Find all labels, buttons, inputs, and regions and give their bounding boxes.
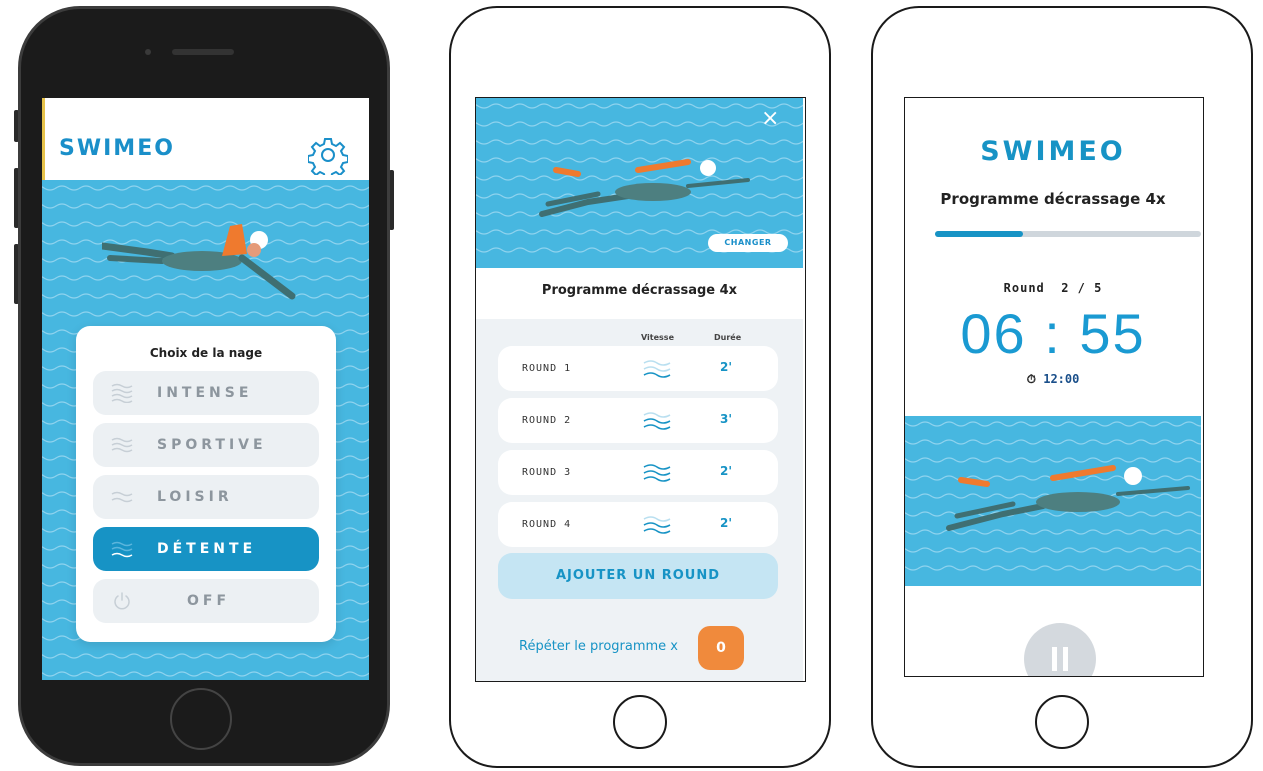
mode-button-intense[interactable]: INTENSE: [93, 371, 319, 415]
rounds-list: Vitesse Durée ROUND 1 2' ROUND 2 3' ROUN…: [476, 319, 803, 681]
mode-label: DÉTENTE: [157, 541, 257, 557]
round-row[interactable]: ROUND 1 2': [498, 346, 778, 391]
close-icon[interactable]: ×: [761, 108, 779, 130]
program-title: Programme décrassage 4x: [541, 283, 738, 298]
mode-label: INTENSE: [157, 385, 253, 401]
swimmer-banner: × CHANGER: [476, 98, 803, 268]
phone-1-screen: SWIMEO Choix de la nage INTENSE SPORTIVE…: [42, 98, 369, 680]
program-title: Programme décrassage 4x: [940, 190, 1166, 208]
round-indicator: Round 2 / 5: [905, 281, 1201, 295]
card-title: Choix de la nage: [149, 346, 263, 360]
round-label: ROUND 4: [522, 519, 572, 530]
program-progress-fill: [935, 231, 1023, 237]
pause-button[interactable]: [1024, 623, 1096, 676]
round-duration: 2': [720, 360, 733, 374]
waves-icon: [111, 491, 133, 503]
waves-icon: [643, 464, 671, 482]
round-duration: 2': [720, 516, 733, 530]
round-row[interactable]: ROUND 4 2': [498, 502, 778, 547]
mode-label: SPORTIVE: [157, 437, 267, 453]
home-button[interactable]: [613, 695, 667, 749]
mode-button-sportive[interactable]: SPORTIVE: [93, 423, 319, 467]
stopwatch-icon: ⏱: [1026, 372, 1036, 386]
phone-2-screen: × CHANGER Programme décrassage 4x Vitess…: [475, 97, 806, 682]
mode-button-off[interactable]: OFF: [93, 579, 319, 623]
countdown-timer: 06 : 55: [960, 302, 1146, 365]
column-header-speed: Vitesse: [641, 333, 674, 342]
gear-icon[interactable]: [308, 135, 348, 175]
mode-button-detente[interactable]: DÉTENTE: [93, 527, 319, 571]
round-value: 2 / 5: [1061, 281, 1103, 295]
repeat-count-button[interactable]: 0: [698, 626, 744, 670]
app-logo: SWIMEO: [980, 136, 1126, 167]
program-progress-bar: [935, 231, 1201, 237]
round-label: ROUND 3: [522, 467, 572, 478]
waves-icon: [643, 516, 671, 534]
swimmer-illustration: [946, 465, 1190, 531]
pause-icon: [1052, 647, 1068, 671]
round-label: Round: [1003, 281, 1045, 295]
app-logo: SWIMEO: [59, 136, 175, 161]
change-button[interactable]: CHANGER: [708, 234, 788, 252]
waves-icon: [111, 437, 133, 453]
mode-button-loisir[interactable]: LOISIR: [93, 475, 319, 519]
round-label: ROUND 1: [522, 363, 572, 374]
total-time: ⏱ 12:00: [905, 372, 1201, 387]
total-time-value: 12:00: [1043, 372, 1080, 386]
round-row[interactable]: ROUND 3 2': [498, 450, 778, 495]
power-icon: [114, 592, 130, 610]
waves-icon: [643, 412, 671, 430]
waves-icon: [111, 541, 133, 558]
home-button[interactable]: [1035, 695, 1089, 749]
waves-icon: [643, 360, 671, 378]
round-row[interactable]: ROUND 2 3': [498, 398, 778, 443]
earpiece-speaker: [172, 49, 234, 55]
phone-3-screen: SWIMEO Programme décrassage 4x Round 2 /…: [904, 97, 1204, 677]
round-duration: 2': [720, 464, 733, 478]
swimmer-illustration: [102, 224, 296, 300]
add-round-button[interactable]: AJOUTER UN ROUND: [498, 553, 778, 599]
swim-mode-card: Choix de la nage INTENSE SPORTIVE LOISIR…: [76, 326, 336, 642]
column-header-duration: Durée: [714, 333, 742, 342]
repeat-label: Répéter le programme x: [519, 639, 678, 654]
round-duration: 3': [720, 412, 733, 426]
home-button[interactable]: [170, 688, 232, 750]
swimmer-banner: [905, 416, 1201, 586]
app-header: SWIMEO: [42, 98, 369, 180]
round-label: ROUND 2: [522, 415, 572, 426]
front-camera: [145, 49, 151, 55]
mode-label: OFF: [187, 593, 231, 609]
waves-icon: [111, 383, 133, 403]
swimmer-illustration: [539, 159, 750, 217]
mode-label: LOISIR: [157, 489, 233, 505]
